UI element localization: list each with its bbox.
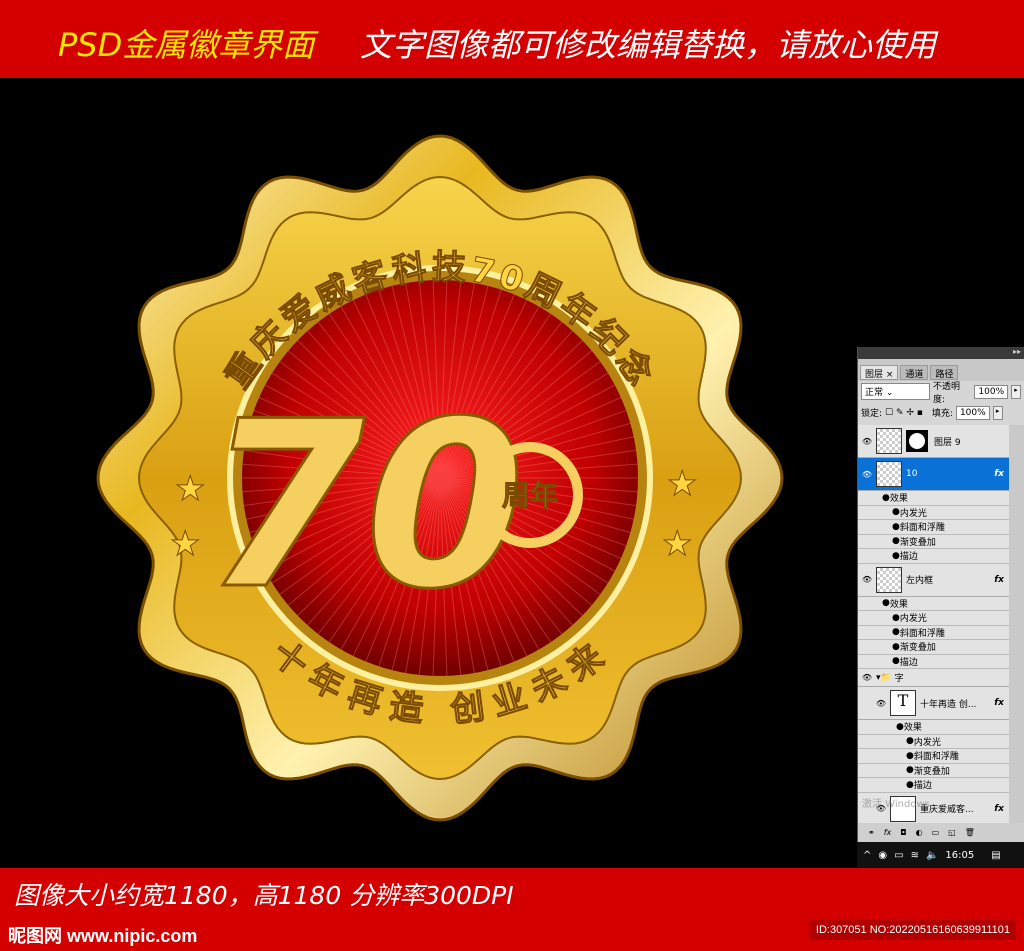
blend-mode-select[interactable]: 正常 ⌄ xyxy=(861,383,930,400)
layer-name: 左内框 xyxy=(906,576,934,586)
banner-title: PSD金属徽章界面 xyxy=(58,26,315,64)
star-icon: ★ xyxy=(175,469,205,509)
eye-icon: 👁 xyxy=(861,673,873,682)
site-logo[interactable]: 昵图网 www.nipic.com xyxy=(8,922,197,948)
effect-item[interactable]: ● 斜面和浮雕 xyxy=(858,520,1010,535)
layers-panel: ▸▸ 图层 × 通道 路径 正常 ⌄ 不透明度: 100% ▸ 锁定: ☐ ✎ … xyxy=(857,347,1024,842)
center-text: 周年 xyxy=(502,479,558,512)
trash-icon[interactable]: 🗑 xyxy=(965,828,975,837)
clock[interactable]: 16:05 xyxy=(945,850,974,861)
fx-icon: fx xyxy=(994,469,1004,479)
effect-item[interactable]: ● 斜面和浮雕 xyxy=(858,626,1010,640)
opacity-arrow[interactable]: ▸ xyxy=(1011,384,1021,399)
effect-item[interactable]: ● 斜面和浮雕 xyxy=(858,749,1010,764)
banner-subtitle: 文字图像都可修改编辑替换，请放心使用 xyxy=(360,26,937,64)
text-layer-icon: T xyxy=(890,690,916,716)
layer-name: 10 xyxy=(906,469,918,479)
layer-row[interactable]: 👁 T 十年再造 创... fx xyxy=(858,687,1010,720)
adjustment-icon[interactable]: ◐ xyxy=(916,828,923,837)
effect-item[interactable]: ● 描边 xyxy=(858,549,1010,564)
effect-item[interactable]: ● 描边 xyxy=(858,778,1010,793)
effects-row[interactable]: ● 效果 xyxy=(858,720,1010,735)
panel-footer: ⚭ fx ◘ ◐ ▭ ◱ 🗑 xyxy=(858,823,1024,842)
opacity-input[interactable]: 100% xyxy=(974,384,1009,399)
folder-icon: 📁 xyxy=(880,672,892,683)
app-tray-icon[interactable]: ◉ xyxy=(878,850,887,861)
top-banner: PSD金属徽章界面 文字图像都可修改编辑替换，请放心使用 xyxy=(0,0,1024,78)
fx-icon: fx xyxy=(994,574,1004,585)
battery-icon[interactable]: ▭ xyxy=(894,850,903,861)
lock-label: 锁定: xyxy=(861,409,883,419)
eye-icon[interactable]: 👁 xyxy=(858,575,876,584)
star-icon: ★ xyxy=(667,464,697,504)
star-icon: ★ xyxy=(170,524,200,564)
fill-label: 填充: xyxy=(931,409,953,419)
fx-menu-icon[interactable]: fx xyxy=(884,828,892,837)
layer-group[interactable]: 👁 ▾ 📁 字 xyxy=(858,669,1010,687)
layers-scrollbar[interactable] xyxy=(1009,425,1024,823)
effect-item[interactable]: ● 内发光 xyxy=(858,506,1010,520)
wifi-icon[interactable]: ≋ xyxy=(911,850,919,861)
new-group-icon[interactable]: ▭ xyxy=(932,828,940,837)
eye-icon[interactable]: 👁 xyxy=(858,437,876,446)
layer-name: 图层 9 xyxy=(934,437,961,448)
windows-watermark: 激活 Windows xyxy=(862,799,930,810)
eye-icon[interactable]: 👁 xyxy=(872,699,890,708)
tab-layers[interactable]: 图层 × xyxy=(860,365,899,380)
effects-row[interactable]: ● 效果 xyxy=(858,597,1010,611)
chevron-up-icon[interactable]: ^ xyxy=(863,850,871,861)
footer-bar: 图像大小约宽1180，高1180 分辨率300DPI 昵图网 www.nipic… xyxy=(0,868,1024,951)
tab-channels[interactable]: 通道 xyxy=(900,365,929,380)
layer-name: 十年再造 创... xyxy=(920,699,977,710)
mask-icon[interactable]: ◘ xyxy=(900,828,906,837)
volume-icon[interactable]: 🔈 xyxy=(926,850,938,861)
new-layer-icon[interactable]: ◱ xyxy=(948,828,956,837)
mask-thumbnail xyxy=(906,430,928,452)
layers-list: 👁 图层 9 👁 10 fx ● 效果 ● 内发光 ● 斜面和浮雕 ● 渐变叠加 ● … xyxy=(858,425,1010,823)
effect-item[interactable]: ● 内发光 xyxy=(858,611,1010,626)
effects-row[interactable]: ● 效果 xyxy=(858,491,1010,506)
effect-item[interactable]: ● 渐变叠加 xyxy=(858,640,1010,655)
effect-item[interactable]: ● 渐变叠加 xyxy=(858,535,1010,549)
taskbar: ^ ◉ ▭ ≋ 🔈 16:05 ▤ xyxy=(857,842,1024,868)
effect-item[interactable]: ● 描边 xyxy=(858,655,1010,669)
lock-icons[interactable]: ☐ ✎ ✢ ▪ xyxy=(885,408,923,418)
effect-item[interactable]: ● 渐变叠加 xyxy=(858,764,1010,778)
layer-row[interactable]: 👁 左内框 fx xyxy=(858,564,1010,597)
eye-icon[interactable]: 👁 xyxy=(858,470,876,479)
number-70-seven: 70 xyxy=(205,373,525,640)
fx-icon: fx xyxy=(994,698,1004,708)
notification-icon[interactable]: ▤ xyxy=(991,850,1000,861)
star-icon: ★ xyxy=(662,524,692,564)
panel-collapse-icon[interactable]: ▸▸ xyxy=(858,347,1024,359)
image-size-info: 图像大小约宽1180，高1180 分辨率300DPI xyxy=(14,881,514,910)
layer-row[interactable]: 👁 图层 9 xyxy=(858,425,1010,458)
medal-badge: 重庆爱威客科技70周年纪念 十年再造 创业未来 ★★ ★★ 70 周年 xyxy=(96,134,784,822)
image-id: ID:307051 NO:20220516160639911101 xyxy=(809,920,1016,940)
fill-arrow[interactable]: ▸ xyxy=(992,405,1003,420)
effect-item[interactable]: ● 内发光 xyxy=(858,735,1010,749)
link-icon[interactable]: ⚭ xyxy=(868,828,875,837)
fx-icon: fx xyxy=(994,803,1004,814)
layer-row-selected[interactable]: 👁 10 fx xyxy=(858,458,1010,491)
fill-input[interactable]: 100% xyxy=(955,405,990,420)
opacity-label: 不透明度: xyxy=(932,381,960,405)
